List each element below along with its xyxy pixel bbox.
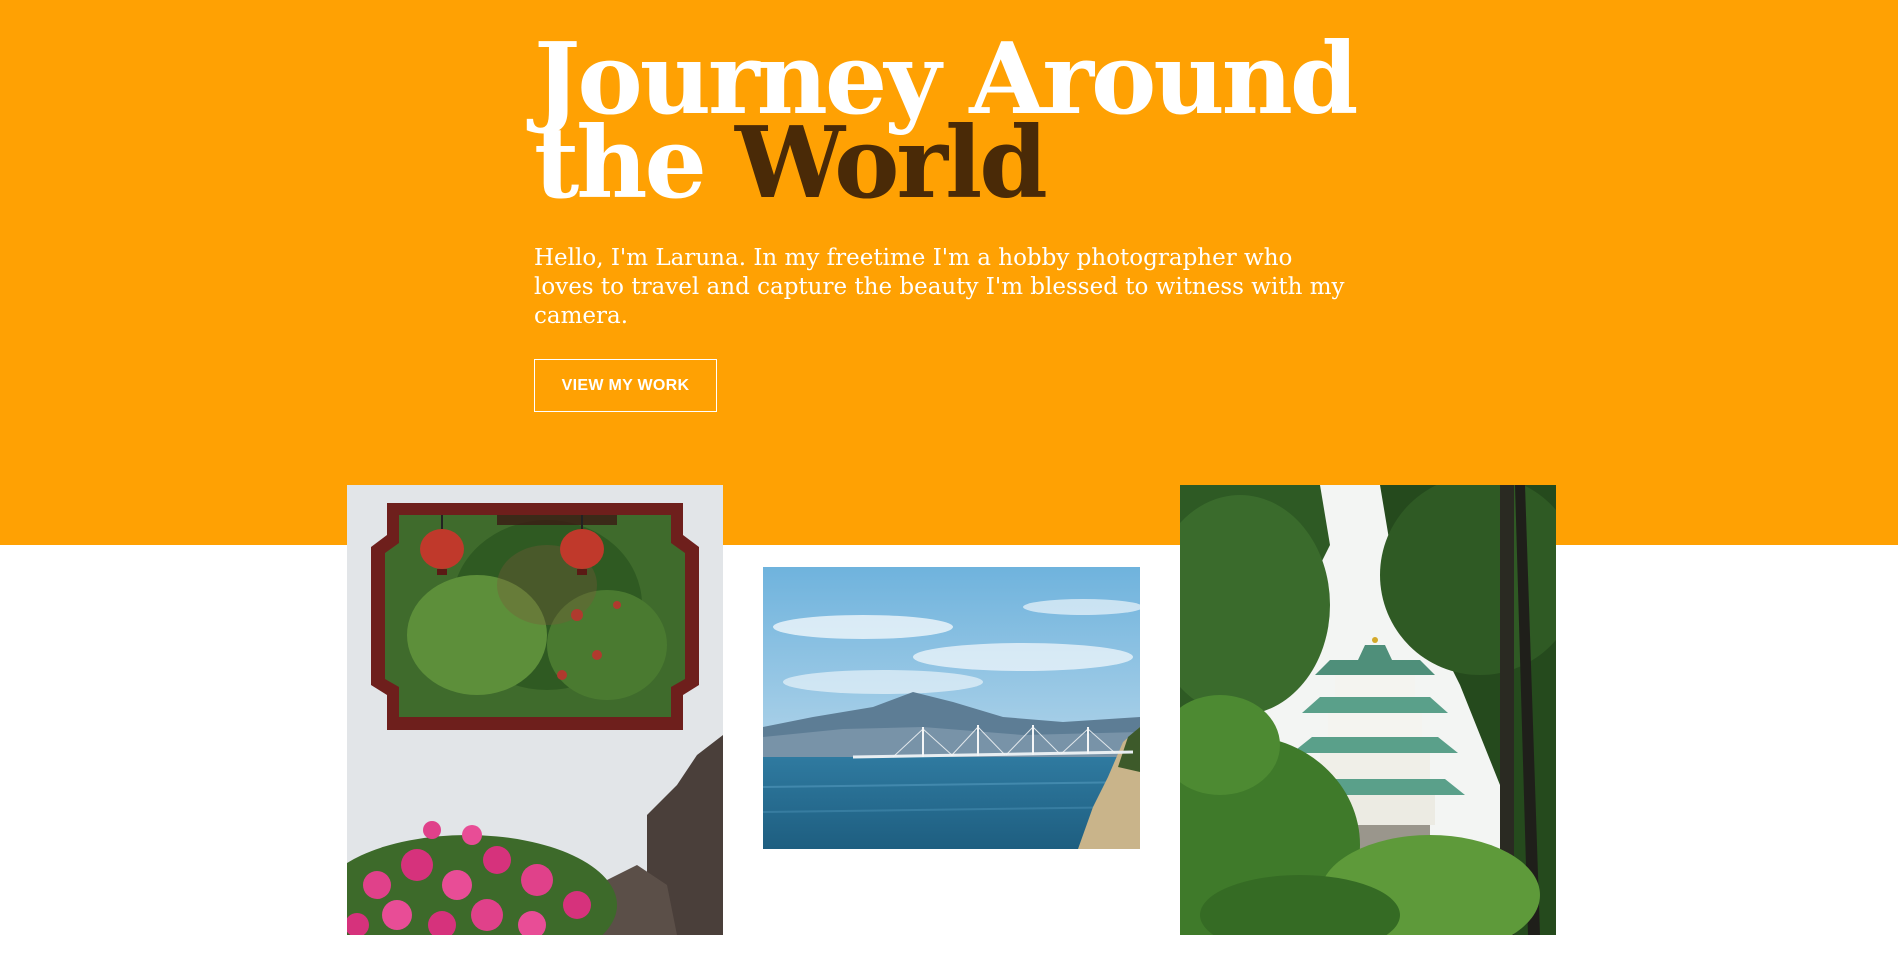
hero-title-line2-plain: the	[534, 106, 707, 221]
view-my-work-button[interactable]: VIEW MY WORK	[534, 359, 717, 412]
page: Journey Around the World Hello, I'm Laru…	[0, 0, 1898, 962]
hero-title: Journey Around the World	[534, 31, 1394, 213]
castle-image	[1180, 485, 1556, 935]
bridge-image	[763, 567, 1140, 849]
hero-title-accent: World	[735, 106, 1048, 221]
hero-section: Journey Around the World Hello, I'm Laru…	[0, 0, 1898, 545]
hero-content: Journey Around the World Hello, I'm Laru…	[534, 31, 1394, 412]
gallery-photo-garden-window[interactable]	[347, 485, 723, 935]
garden-window-image	[347, 485, 723, 935]
gallery-photo-castle[interactable]	[1180, 485, 1556, 935]
gallery-photo-bridge[interactable]	[763, 567, 1140, 849]
hero-intro-text: Hello, I'm Laruna. In my freetime I'm a …	[534, 245, 1345, 329]
